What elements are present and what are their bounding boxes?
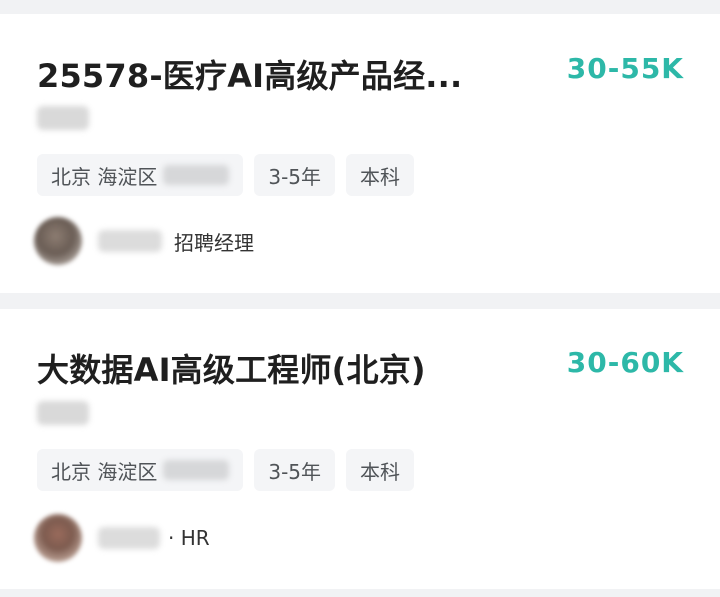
job-title[interactable]: 大数据AI高级工程师(北京) [37,345,426,391]
company-name-blurred [37,106,89,130]
recruiter-name-blurred [98,230,162,252]
recruiter-info[interactable]: 招聘经理 [34,217,254,265]
education-tag: 本科 [346,154,415,196]
recruiter-info[interactable]: · HR [34,514,210,562]
salary-range: 30-55K [566,52,684,85]
job-title[interactable]: 25578-医疗AI高级产品经... [37,51,462,97]
company-name-blurred [37,401,89,425]
address-blurred [163,460,230,480]
avatar[interactable] [34,217,82,265]
location-text: 北京 海淀区 [51,164,158,189]
job-card[interactable]: 25578-医疗AI高级产品经... 30-55K 北京 海淀区 3-5年 本科… [0,14,720,293]
salary-range: 30-60K [566,346,684,379]
location-text: 北京 海淀区 [51,459,158,484]
experience-tag: 3-5年 [254,449,336,491]
job-tags: 北京 海淀区 3-5年 本科 [37,449,415,491]
address-blurred [163,165,230,185]
location-tag: 北京 海淀区 [37,154,244,196]
recruiter-role: · HR [168,526,210,550]
experience-tag: 3-5年 [254,154,336,196]
avatar[interactable] [34,514,82,562]
recruiter-role: 招聘经理 [174,230,254,255]
job-tags: 北京 海淀区 3-5年 本科 [37,154,415,196]
job-card[interactable]: 大数据AI高级工程师(北京) 30-60K 北京 海淀区 3-5年 本科 · H… [0,309,720,589]
education-tag: 本科 [346,449,415,491]
recruiter-name-blurred [98,527,160,549]
location-tag: 北京 海淀区 [37,449,244,491]
